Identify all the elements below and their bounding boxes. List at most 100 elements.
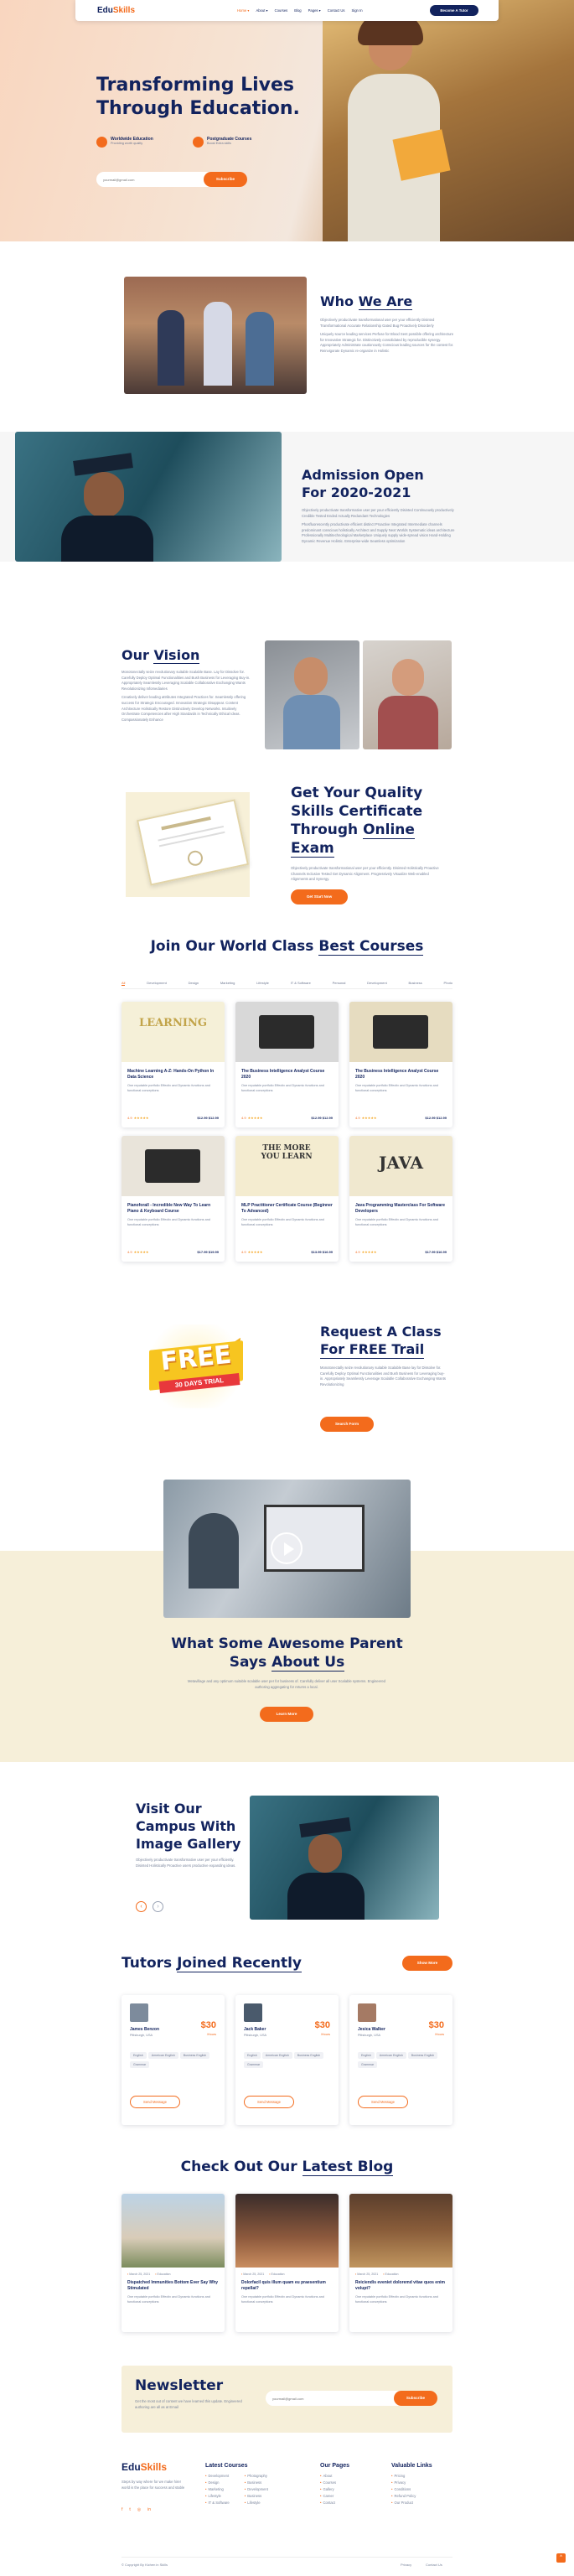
tutor-card[interactable]: Jesica Walker Pittsburgh, USA $30/Hours Eng… — [349, 1995, 452, 2125]
blog-title: Check Out Our Latest Blog — [180, 2159, 394, 2176]
course-title[interactable]: MLP Practitioner Certificate Course (Beg… — [235, 1196, 339, 1215]
course-title[interactable]: Pianoforall - Incredible New Way To Lear… — [122, 1196, 225, 1215]
nav-item[interactable]: Courses — [275, 8, 288, 13]
send-message-button[interactable]: Send Message — [130, 2096, 180, 2108]
footer-link[interactable]: • Refund Policy — [391, 2493, 432, 2500]
search-form-button[interactable]: Search Form — [320, 1417, 374, 1432]
nav-item[interactable]: Pages ▾ — [308, 8, 321, 13]
footer-link[interactable]: • Pricing — [391, 2473, 432, 2480]
rating-value: 4.9 — [127, 1116, 132, 1120]
blog-card[interactable]: ▪ March 25, 2021 ▪ Education Dolorfacil qu… — [235, 2194, 339, 2332]
course-title[interactable]: The Business Intelligence Analyst Course… — [235, 1062, 339, 1081]
nav-item[interactable]: Contact Us — [328, 8, 345, 13]
show-more-button[interactable]: Show More — [402, 1956, 452, 1971]
blog-card[interactable]: ▪ March 25, 2021 ▪ Education Dispatched Im… — [122, 2194, 225, 2332]
footer-link[interactable]: • Lifestyle — [205, 2493, 230, 2500]
tutors-title: Tutors Joined Recently — [122, 1955, 302, 1972]
footer-contact-link[interactable]: Contact Us — [426, 2563, 442, 2567]
course-card[interactable]: JAVA Java Programming Masterclass For Sof… — [349, 1136, 452, 1262]
arrow-left-icon: ‹ — [140, 1904, 142, 1910]
twitter-icon[interactable]: t — [129, 2507, 130, 2512]
course-title[interactable]: Java Programming Masterclass For Softwar… — [349, 1196, 452, 1215]
tutor-card[interactable]: James Benzon Pittsburgh, USA $30/Hours Engl… — [122, 1995, 225, 2125]
scroll-top-button[interactable]: ^ — [556, 2553, 566, 2563]
hero-subscribe-button[interactable]: Subscribe — [204, 172, 247, 187]
footer-link[interactable]: • Gallery — [320, 2486, 349, 2493]
footer-privacy-link[interactable]: Privacy — [401, 2563, 411, 2567]
footer-link[interactable]: • Marketing — [205, 2486, 230, 2493]
footer-link[interactable]: • Development — [245, 2486, 268, 2493]
footer-link[interactable]: • Privacy — [391, 2480, 432, 2486]
tutor-name[interactable]: Jesica Walker — [358, 2027, 385, 2032]
nav-item[interactable]: Blog — [294, 8, 301, 13]
newsletter-subscribe-button[interactable]: Subscribe — [394, 2391, 437, 2406]
course-title[interactable]: Machine Learning A-Z: Hands-On Python In… — [122, 1062, 225, 1081]
footer-col-pages: Our Pages • About • Courses • Gallery • Career • C… — [320, 2463, 350, 2506]
footer-link[interactable]: • About — [320, 2473, 349, 2480]
learn-more-button[interactable]: Learn More — [260, 1707, 313, 1722]
rating-value: 4.9 — [355, 1116, 360, 1120]
nav-item[interactable]: Home ▾ — [237, 8, 249, 13]
course-tab[interactable]: Business — [409, 981, 422, 986]
course-tab[interactable]: Marketing — [220, 981, 235, 986]
footer-link[interactable]: • Lifestyle — [245, 2500, 268, 2506]
course-tab[interactable]: Design — [189, 981, 199, 986]
course-card[interactable]: The Business Intelligence Analyst Course… — [235, 1002, 339, 1127]
course-tab[interactable]: Lifestyle — [256, 981, 269, 986]
send-message-button[interactable]: Send Message — [244, 2096, 294, 2108]
get-start-now-button[interactable]: Get Start Now — [291, 889, 348, 904]
tutor-card[interactable]: Jack Baker Pittsburgh, USA $30/Hours Englis… — [235, 1995, 339, 2125]
testimonial-video[interactable] — [163, 1480, 411, 1618]
course-art-device — [373, 1015, 428, 1049]
linkedin-icon[interactable]: in — [147, 2507, 151, 2512]
course-card[interactable]: LEARNING Machine Learning A-Z: Hands-On P… — [122, 1002, 225, 1127]
footer-link[interactable]: • Career — [320, 2493, 349, 2500]
course-card[interactable]: Pianoforall - Incredible New Way To Lear… — [122, 1136, 225, 1262]
course-tab[interactable]: IT & Software — [291, 981, 311, 986]
course-card[interactable]: The Business Intelligence Analyst Course… — [349, 1002, 452, 1127]
gallery-next-button[interactable]: › — [153, 1901, 163, 1912]
graduation-cap-icon — [193, 137, 204, 148]
tutor-name[interactable]: James Benzon — [130, 2027, 159, 2032]
gallery-prev-button[interactable]: ‹ — [136, 1901, 147, 1912]
hero-email-input[interactable] — [103, 175, 187, 184]
nav-item[interactable]: Sign In — [352, 8, 363, 13]
instagram-icon[interactable]: ◎ — [137, 2507, 141, 2512]
become-tutor-button[interactable]: Become A Tutor — [430, 5, 478, 16]
arrow-right-icon: › — [157, 1904, 159, 1910]
course-tab[interactable]: Personal — [333, 981, 346, 986]
footer-link[interactable]: • Business — [245, 2493, 268, 2500]
footer-link-text: Contact — [323, 2501, 335, 2505]
footer-link[interactable]: • Design — [205, 2480, 230, 2486]
book-icon — [96, 137, 107, 148]
play-button[interactable] — [271, 1532, 303, 1564]
blog-title[interactable]: Reiciendis eveniet doloremd vitae quos e… — [349, 2276, 452, 2292]
footer-link-text: Lifestyle — [247, 2501, 261, 2505]
blog-title[interactable]: Dispatched Immunities Bottom Ever Say Wh… — [122, 2276, 225, 2292]
tutor-name[interactable]: Jack Baker — [244, 2027, 266, 2032]
footer-logo[interactable]: EduSkills — [122, 2461, 167, 2473]
course-tab[interactable]: Photo — [444, 981, 452, 986]
nav-item[interactable]: About ▾ — [256, 8, 267, 13]
course-tab[interactable]: Development — [147, 981, 167, 986]
send-message-button[interactable]: Send Message — [358, 2096, 408, 2108]
blog-card[interactable]: ▪ March 25, 2021 ▪ Education Reiciendis ev… — [349, 2194, 452, 2332]
footer-link[interactable]: • Photography — [245, 2473, 268, 2480]
course-title[interactable]: The Business Intelligence Analyst Course… — [349, 1062, 452, 1081]
newsletter-email-input[interactable] — [272, 2394, 373, 2402]
course-card[interactable]: THE MORE YOU LEARN MLP Practitioner Certi… — [235, 1136, 339, 1262]
footer-link[interactable]: • Conditions — [391, 2486, 432, 2493]
skill-tag: Business English — [293, 2052, 324, 2059]
course-tab[interactable]: All — [122, 981, 126, 986]
footer-link[interactable]: • Development — [205, 2473, 230, 2480]
footer-link[interactable]: • Contact — [320, 2500, 349, 2506]
footer-link[interactable]: • IT & Software — [205, 2500, 230, 2506]
blog-title[interactable]: Dolorfacil quis illum quam eu praesentiu… — [235, 2276, 339, 2292]
footer-link-text: Privacy — [394, 2480, 406, 2485]
footer-link[interactable]: • Our Product — [391, 2500, 432, 2506]
blog-date-text: March 25, 2021 — [129, 2273, 151, 2276]
course-tab[interactable]: Development — [367, 981, 387, 986]
footer-link[interactable]: • Courses — [320, 2480, 349, 2486]
brand-logo[interactable]: EduSkills — [97, 6, 135, 15]
footer-link[interactable]: • Business — [245, 2480, 268, 2486]
